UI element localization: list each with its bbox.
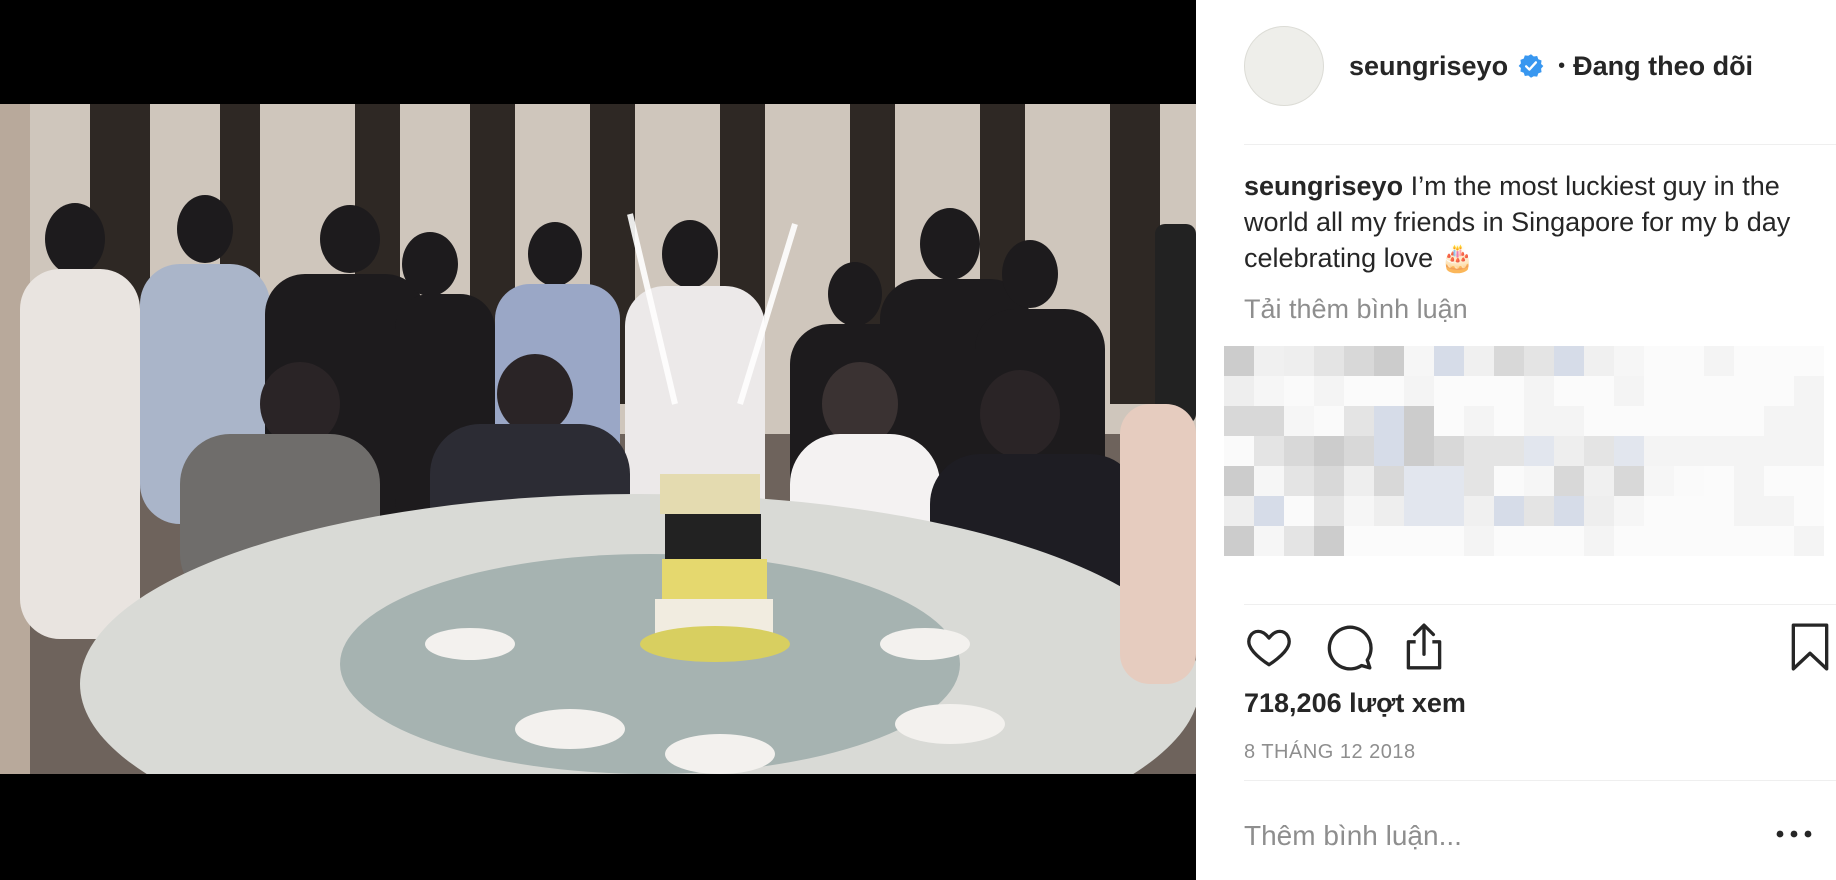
comment-input[interactable] bbox=[1244, 812, 1744, 860]
action-bar bbox=[1244, 622, 1836, 682]
load-more-comments-link[interactable]: Tải thêm bình luận bbox=[1244, 294, 1468, 325]
view-count[interactable]: 718,206 lượt xem bbox=[1244, 688, 1466, 719]
bookmark-icon[interactable] bbox=[1788, 622, 1832, 672]
separator-dot: • bbox=[1558, 54, 1566, 77]
comment-bubble-icon[interactable] bbox=[1324, 622, 1374, 672]
verified-badge-icon bbox=[1518, 54, 1544, 78]
caption-username-link[interactable]: seungriseyo bbox=[1244, 171, 1403, 201]
avatar[interactable] bbox=[1244, 26, 1324, 106]
post-caption: seungriseyo I’m the most luckiest guy in… bbox=[1244, 168, 1824, 276]
post-details-panel: seungriseyo • Đang theo dõi seungriseyo … bbox=[1196, 0, 1836, 880]
post-header: seungriseyo • Đang theo dõi bbox=[1244, 24, 1753, 108]
actions-divider bbox=[1244, 604, 1836, 605]
following-button[interactable]: Đang theo dõi bbox=[1573, 51, 1753, 82]
comment-divider bbox=[1244, 780, 1836, 781]
post-date[interactable]: 8 THÁNG 12 2018 bbox=[1244, 741, 1416, 764]
post-media-video[interactable] bbox=[0, 0, 1196, 880]
pixelated-comments bbox=[1224, 346, 1824, 556]
post-photo[interactable] bbox=[0, 104, 1196, 774]
username-link[interactable]: seungriseyo bbox=[1349, 51, 1508, 82]
heart-icon[interactable] bbox=[1244, 622, 1294, 672]
header-divider bbox=[1244, 144, 1836, 145]
more-options-icon[interactable] bbox=[1774, 826, 1814, 842]
share-icon[interactable] bbox=[1399, 622, 1449, 672]
